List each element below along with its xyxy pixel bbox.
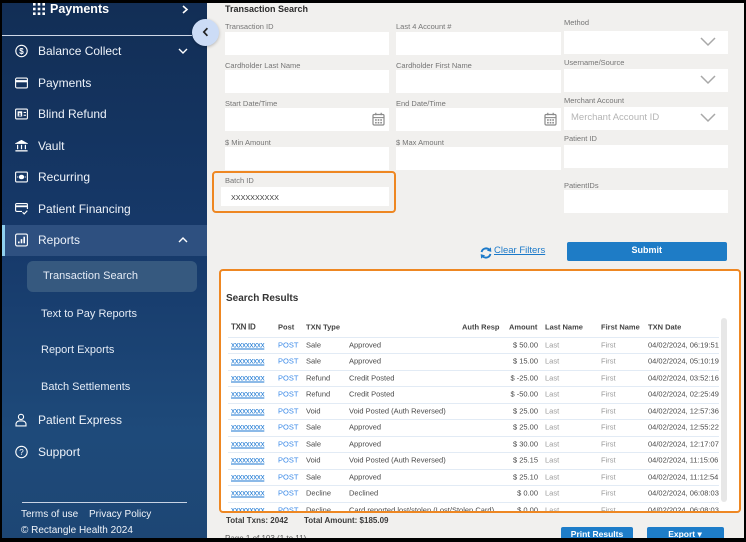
svg-text:$: $ (19, 47, 24, 56)
svg-text:?: ? (19, 447, 24, 456)
svg-text:$: $ (19, 112, 22, 117)
